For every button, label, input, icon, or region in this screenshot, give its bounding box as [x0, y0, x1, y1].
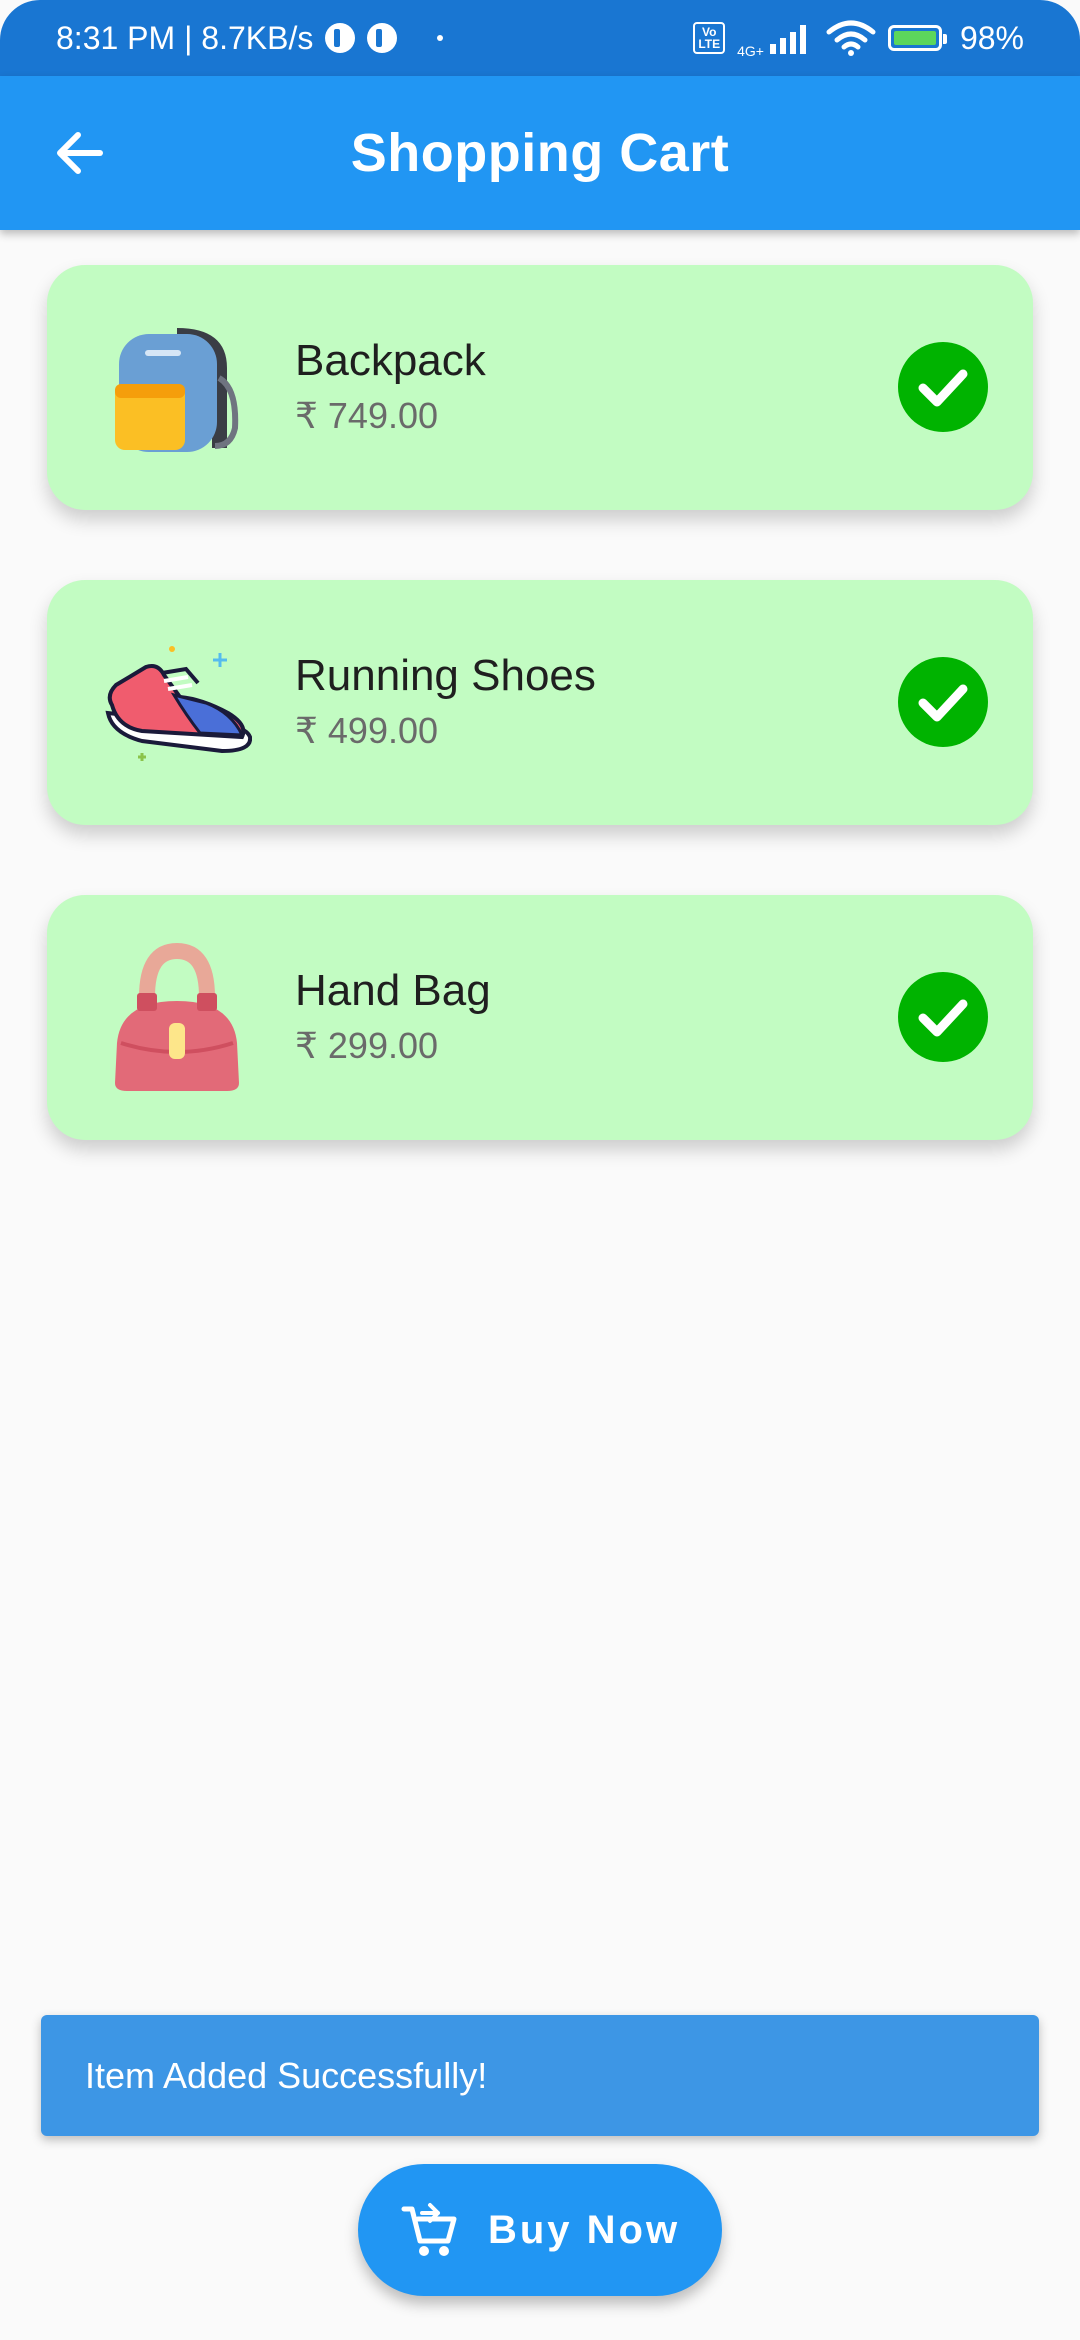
backpack-icon: [102, 313, 252, 463]
network-type-label: 4G+: [737, 43, 764, 59]
cart-item-backpack[interactable]: Backpack ₹ 749.00: [47, 265, 1033, 510]
item-info: Hand Bag ₹ 299.00: [295, 963, 491, 1073]
status-bar: 8:31 PM | 8.7KB/s Vo LTE 4G+ 98%: [0, 0, 1080, 76]
page-title: Shopping Cart: [350, 123, 730, 183]
snackbar-message: Item Added Successfully!: [85, 2054, 488, 2096]
status-time-speed: 8:31 PM | 8.7KB/s: [56, 19, 314, 56]
volte-icon: Vo LTE: [693, 22, 726, 54]
snackbar: Item Added Successfully!: [41, 2015, 1039, 2136]
cart-list: Backpack ₹ 749.00 Running Shoes ₹ 499.00…: [47, 265, 1033, 1210]
item-info: Running Shoes ₹ 499.00: [295, 648, 596, 758]
more-notifications-dot-icon: [437, 35, 444, 41]
back-button[interactable]: [44, 117, 116, 189]
notification-app-icon-2: [367, 23, 398, 53]
signal-icon: [769, 25, 806, 54]
add-shopping-cart-icon: [401, 2203, 457, 2256]
item-name: Backpack: [295, 335, 486, 385]
check-icon[interactable]: [898, 342, 988, 432]
battery-icon: [887, 25, 947, 51]
battery-percent: 98%: [959, 19, 1024, 56]
cart-item-hand-bag[interactable]: Hand Bag ₹ 299.00: [47, 895, 1033, 1140]
item-name: Hand Bag: [295, 965, 491, 1015]
running-shoe-icon: [102, 628, 252, 778]
item-price: ₹ 499.00: [295, 709, 439, 751]
item-info: Backpack ₹ 749.00: [295, 333, 486, 443]
check-icon[interactable]: [898, 657, 988, 747]
handbag-icon: [102, 942, 252, 1093]
item-price: ₹ 749.00: [295, 394, 439, 436]
cart-item-running-shoes[interactable]: Running Shoes ₹ 499.00: [47, 580, 1033, 825]
notification-app-icon: [325, 23, 356, 53]
arrow-back-icon: [57, 132, 103, 174]
status-bar-left: 8:31 PM | 8.7KB/s: [56, 19, 444, 57]
item-name: Running Shoes: [295, 650, 596, 700]
buy-now-label: Buy Now: [487, 2207, 681, 2252]
wifi-icon: [826, 20, 876, 56]
app-bar: Shopping Cart: [0, 76, 1080, 230]
status-bar-right: Vo LTE 4G+ 98%: [693, 17, 1024, 59]
item-price: ₹ 299.00: [295, 1024, 439, 1066]
check-icon[interactable]: [898, 972, 988, 1062]
buy-now-button[interactable]: Buy Now: [358, 2164, 722, 2296]
